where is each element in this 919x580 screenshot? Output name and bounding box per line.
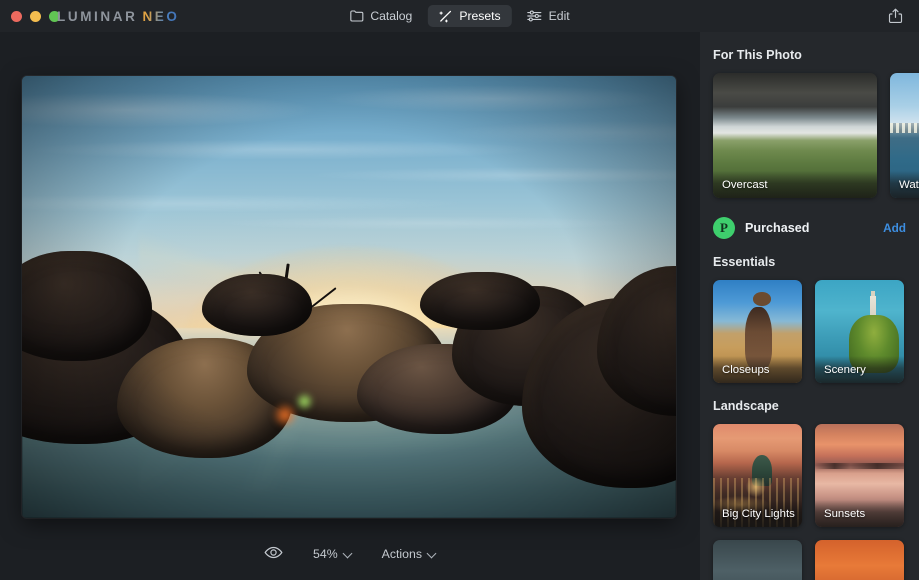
purchased-row: P Purchased Add (713, 217, 906, 239)
photo-viewer[interactable] (22, 76, 676, 518)
presets-panel[interactable]: For This Photo Overcast Waterfront P Pur… (700, 32, 919, 580)
preset-card-label: Big City Lights (713, 500, 802, 527)
canvas-toolbar: 54% Actions (0, 528, 700, 580)
luminar-neo-window: LUMINAR NEO Catalog Presets Edit 54% Act… (0, 0, 919, 580)
traffic-lights (11, 0, 60, 32)
purchased-badge-icon: P (713, 217, 735, 239)
photo-image (22, 76, 676, 518)
nav-tab-presets-label: Presets (459, 9, 501, 23)
app-logo: LUMINAR NEO (57, 0, 180, 32)
preview-toggle-button[interactable] (264, 546, 283, 562)
photo-lens-flare (295, 392, 314, 411)
nav-tab-presets[interactable]: Presets (427, 5, 512, 27)
canvas-area: 54% Actions (0, 32, 700, 580)
preset-card-big-city-lights[interactable]: Big City Lights (713, 424, 802, 527)
zoom-level-dropdown[interactable]: 54% (313, 547, 352, 561)
section-title-landscape: Landscape (713, 399, 779, 413)
share-icon[interactable] (883, 0, 907, 32)
purchased-label: Purchased (745, 221, 810, 235)
preset-card-scenery[interactable]: Scenery (815, 280, 904, 383)
logo-text-luminar: LUMINAR (57, 8, 138, 24)
nav-tab-catalog[interactable]: Catalog (338, 5, 423, 27)
chevron-down-icon (344, 550, 352, 558)
photo-rock (22, 251, 152, 361)
section-title-essentials: Essentials (713, 255, 776, 269)
minimize-window-button[interactable] (30, 10, 41, 22)
chevron-down-icon (428, 550, 436, 558)
preset-card-row-partial (713, 540, 919, 580)
preset-card-closeups[interactable]: Closeups (713, 280, 802, 383)
preset-card-row: Closeups Scenery (713, 280, 919, 383)
nav-tab-edit[interactable]: Edit (516, 5, 581, 27)
main-nav: Catalog Presets Edit (338, 0, 580, 32)
actions-dropdown[interactable]: Actions (382, 547, 436, 561)
preset-card-label: Sunsets (815, 500, 904, 527)
eye-icon (264, 546, 283, 562)
preset-card-label: Overcast (713, 171, 877, 198)
add-purchased-link[interactable]: Add (883, 221, 906, 235)
preset-card-sunsets[interactable]: Sunsets (815, 424, 904, 527)
preset-card-partial[interactable] (815, 540, 904, 580)
nav-tab-edit-label: Edit (548, 9, 570, 23)
preset-thumbnail (713, 540, 802, 580)
zoom-level-value: 54% (313, 547, 338, 561)
sliders-icon (527, 10, 542, 22)
close-window-button[interactable] (11, 10, 22, 22)
preset-card-partial[interactable] (713, 540, 802, 580)
nav-tab-catalog-label: Catalog (370, 9, 413, 23)
photo-rock (420, 272, 540, 330)
logo-text-neo: NEO (142, 8, 180, 24)
preset-card-label: Scenery (815, 356, 904, 383)
preset-card-row: Big City Lights Sunsets (713, 424, 919, 527)
preset-card-overcast[interactable]: Overcast (713, 73, 877, 198)
preset-card-label: Waterfront (890, 171, 919, 198)
photo-lens-flare (272, 402, 298, 428)
actions-label: Actions (381, 547, 422, 561)
title-bar: LUMINAR NEO Catalog Presets Edit (0, 0, 919, 32)
section-title-for-this-photo: For This Photo (713, 48, 802, 62)
preset-card-label: Closeups (713, 356, 802, 383)
preset-card-row: Overcast Waterfront (713, 73, 919, 198)
preset-card-waterfront[interactable]: Waterfront (890, 73, 919, 198)
photo-rock (202, 274, 312, 336)
magic-wand-icon (438, 10, 452, 23)
presets-panel-content: For This Photo Overcast Waterfront P Pur… (700, 32, 919, 580)
folder-icon (349, 10, 363, 22)
preset-thumbnail (815, 540, 904, 580)
